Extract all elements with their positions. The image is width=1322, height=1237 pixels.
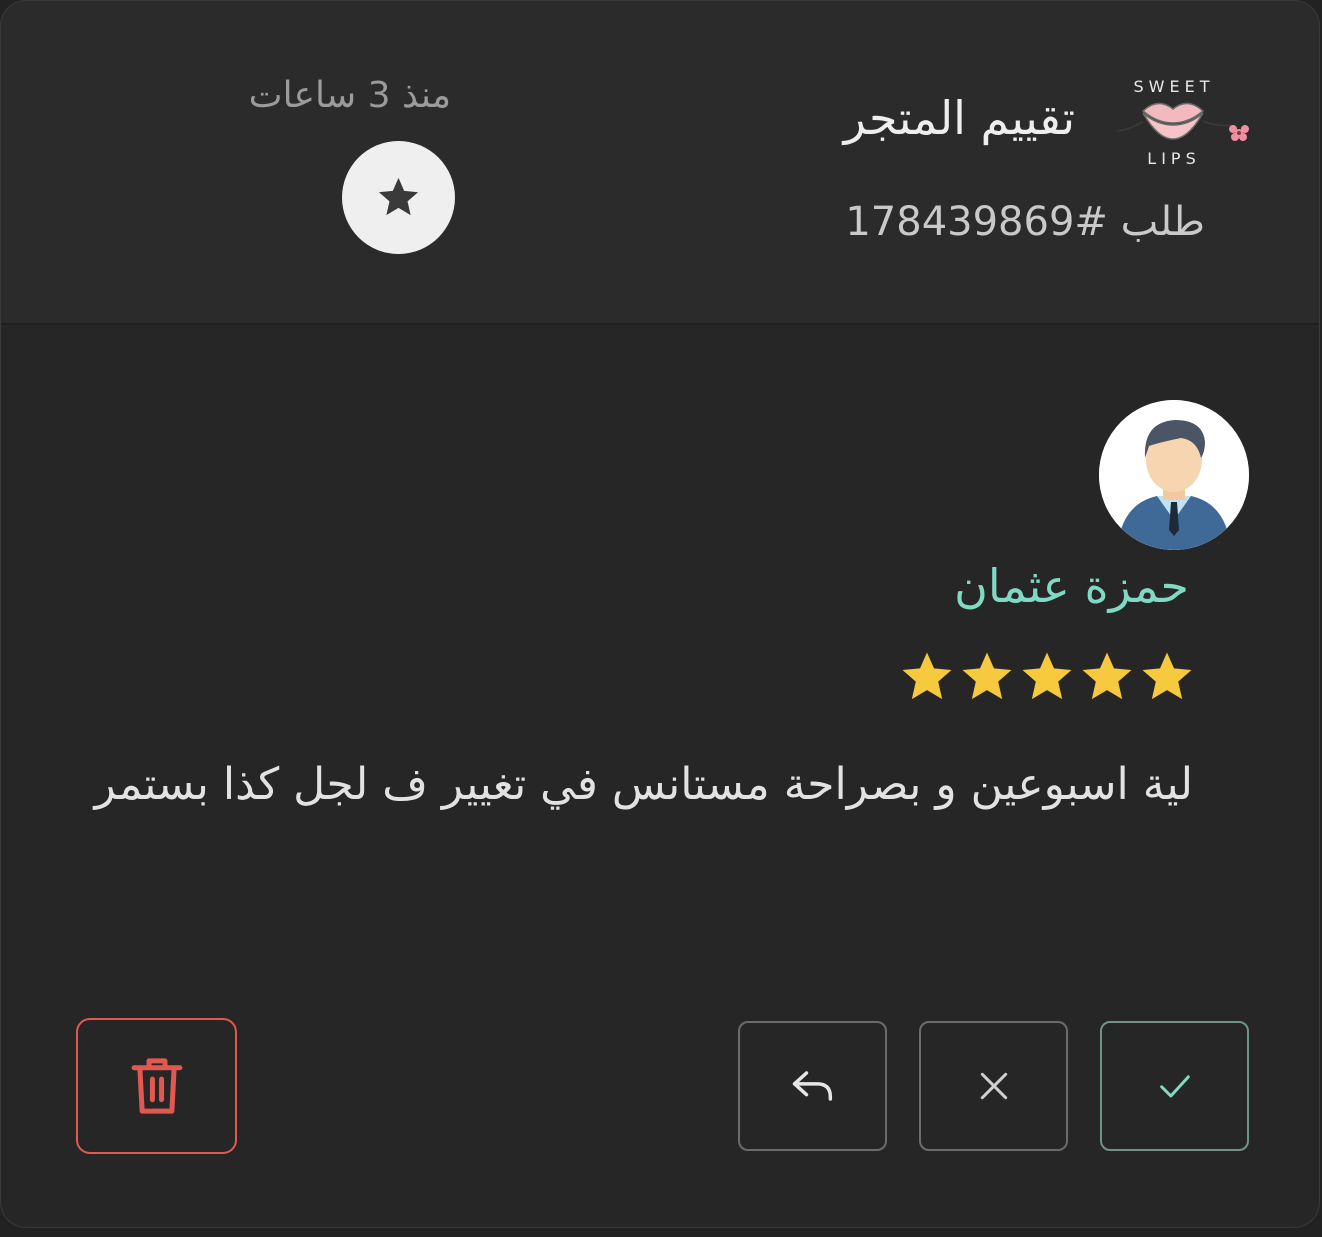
approve-button[interactable] xyxy=(1100,1021,1249,1151)
logo-text-bottom: LIPS xyxy=(1147,149,1201,168)
review-header: SWEET LIPS تقييم المتجر طلب #178439869 م… xyxy=(1,1,1319,325)
user-avatar-icon xyxy=(1099,400,1249,550)
reply-button[interactable] xyxy=(738,1021,887,1151)
store-logo: SWEET LIPS xyxy=(1113,73,1255,171)
delete-button[interactable] xyxy=(76,1018,237,1154)
rating-star-icon xyxy=(1082,652,1132,700)
close-icon xyxy=(980,1072,1007,1100)
star-icon xyxy=(378,177,419,216)
order-number[interactable]: طلب #178439869 xyxy=(845,199,1205,245)
rating-star-icon xyxy=(962,652,1012,700)
reviewer-avatar xyxy=(1099,400,1249,550)
rating-star-icon xyxy=(1022,652,1072,700)
rating-star-icon xyxy=(902,652,952,700)
reply-icon xyxy=(792,1071,832,1101)
rating-badge xyxy=(342,141,455,254)
rating-star-icon xyxy=(1142,652,1192,700)
logo-text-top: SWEET xyxy=(1133,77,1215,96)
reject-button[interactable] xyxy=(919,1021,1068,1151)
review-card: SWEET LIPS تقييم المتجر طلب #178439869 م… xyxy=(0,0,1320,1228)
trash-icon xyxy=(131,1058,182,1114)
rating-stars xyxy=(899,649,1195,705)
reviewer-name: حمزة عثمان xyxy=(954,559,1189,613)
review-type-title: تقييم المتجر xyxy=(843,91,1075,145)
review-comment: لية اسبوعين و بصراحة مستانس في تغيير ف ل… xyxy=(94,759,1193,810)
check-icon xyxy=(1159,1075,1190,1098)
review-time: منذ 3 ساعات xyxy=(248,75,451,116)
